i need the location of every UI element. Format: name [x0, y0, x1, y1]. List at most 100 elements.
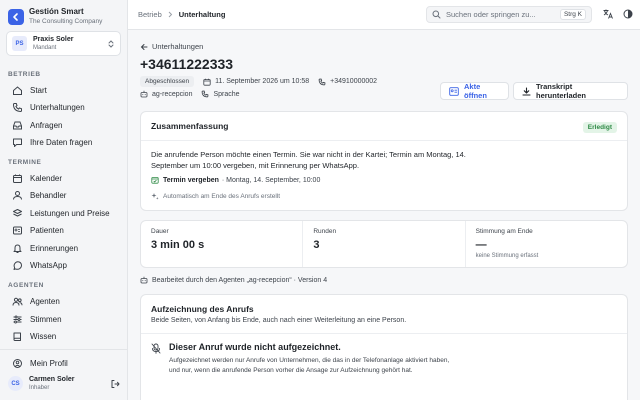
appointment-action-detail: · Montag, 14. September, 10:00 — [221, 176, 321, 184]
stat-value: 3 — [313, 239, 320, 251]
sidebar-item-label: Mein Profil — [30, 358, 68, 368]
phone-icon — [318, 78, 326, 86]
sidebar-item-label: Agenten — [30, 296, 60, 306]
stat-duration: Dauer 3 min 00 s — [141, 221, 302, 267]
logout-icon[interactable] — [110, 379, 120, 389]
brand-logo-icon — [8, 8, 24, 25]
id-card-icon — [449, 86, 459, 96]
search-placeholder: Suchen oder springen zu... — [446, 10, 536, 19]
translate-icon[interactable] — [602, 8, 614, 20]
breadcrumb-item-betrieb[interactable]: Betrieb — [138, 10, 162, 19]
sidebar-item-start[interactable]: Start — [6, 82, 122, 98]
recording-subtitle: Beide Seiten, von Anfang bis Ende, auch … — [151, 317, 407, 324]
sidebar-item-label: Behandler — [30, 190, 67, 200]
sidebar-item-behandler[interactable]: Behandler — [6, 187, 122, 203]
tenant-switcher[interactable]: PS Praxis Soler Mandant — [6, 31, 121, 56]
chevron-up-down-icon — [107, 39, 115, 49]
tenant-avatar: PS — [12, 36, 27, 51]
search-input[interactable]: Suchen oder springen zu... Strg K — [426, 6, 592, 23]
recording-empty-title: Dieser Anruf wurde nicht aufgezeichnet. — [169, 342, 341, 352]
sidebar-item-patienten[interactable]: Patienten — [6, 222, 122, 238]
inbox-icon — [12, 120, 23, 131]
main-content: Unterhaltungen +34611222333 Abgeschlosse… — [140, 30, 628, 400]
sidebar-item-whatsapp[interactable]: WhatsApp — [6, 257, 122, 273]
stat-value: 3 min 00 s — [151, 239, 205, 251]
theme-toggle-icon[interactable] — [622, 8, 634, 20]
status-badge: Abgeschlossen — [140, 76, 195, 87]
nav-section-betrieb: BETRIEB — [8, 71, 41, 78]
stat-label: Stimmung am Ende — [475, 228, 533, 235]
card-divider — [141, 140, 627, 141]
open-record-button[interactable]: Akte öffnen — [440, 82, 509, 100]
user-name: Carmen Soler — [29, 376, 75, 383]
meta-agent: ag-recepcion — [140, 90, 192, 98]
calendar-check-icon — [151, 176, 159, 184]
sidebar: Gestión Smart The Consulting Company PS … — [0, 0, 128, 400]
sidebar-item-label: Wissen — [30, 331, 57, 341]
sidebar-item-anfragen[interactable]: Anfragen — [6, 117, 122, 133]
chat-icon — [12, 137, 23, 148]
stat-sub: keine Stimmung erfasst — [475, 253, 539, 259]
book-icon — [12, 331, 23, 342]
conversation-meta: Abgeschlossen 11. September 2026 um 10:5… — [140, 76, 377, 87]
robot-icon — [140, 90, 148, 98]
meta-datetime: 11. September 2026 um 10:58 — [203, 78, 309, 86]
sidebar-item-label: Kalender — [30, 173, 63, 183]
stat-value: — — [475, 239, 487, 251]
sidebar-item-label: Start — [30, 85, 47, 95]
recording-title: Aufzeichnung des Anrufs — [151, 304, 254, 314]
user-account: CS Carmen Soler Inhaber — [8, 375, 120, 392]
sidebar-item-label: Patienten — [30, 225, 64, 235]
sidebar-item-label: Stimmen — [30, 314, 62, 324]
sidebar-item-mein-profil[interactable]: Mein Profil — [6, 355, 122, 371]
mic-off-icon — [151, 343, 161, 375]
recording-card: Aufzeichnung des Anrufs Beide Seiten, vo… — [140, 294, 628, 400]
stats-row: Dauer 3 min 00 s Runden 3 Stimmung am En… — [140, 220, 628, 268]
stat-sentiment: Stimmung am Ende — keine Stimmung erfass… — [464, 221, 627, 267]
breadcrumb: Betrieb Unterhaltung — [138, 10, 225, 19]
sidebar-item-leistungen[interactable]: Leistungen und Preise — [6, 205, 122, 221]
sidebar-item-label: Ihre Daten fragen — [30, 137, 93, 147]
sidebar-item-kalender[interactable]: Kalender — [6, 170, 122, 186]
calendar-icon — [203, 78, 211, 86]
id-card-icon — [12, 225, 23, 236]
sidebar-item-unterhaltungen[interactable]: Unterhaltungen — [6, 99, 122, 115]
sidebar-item-label: WhatsApp — [30, 260, 67, 270]
status-badge-done: Erledigt — [582, 122, 617, 133]
sidebar-item-stimmen[interactable]: Stimmen — [6, 311, 122, 327]
download-icon — [522, 86, 531, 96]
open-record-label: Akte öffnen — [464, 82, 487, 100]
nav-section-agenten: AGENTEN — [8, 282, 44, 289]
bell-icon — [12, 243, 23, 254]
page-title: +34611222333 — [140, 56, 234, 72]
download-transcript-button[interactable]: Transkript herunterladen — [513, 82, 628, 100]
sidebar-item-label: Unterhaltungen — [30, 102, 85, 112]
meta-called-number: +34910000002 — [318, 78, 377, 86]
summary-card: Zusammenfassung Erledigt Die anrufende P… — [140, 111, 628, 211]
meta-channel: Sprache — [201, 90, 240, 98]
recording-empty-state: Dieser Anruf wurde nicht aufgezeichnet. … — [151, 342, 459, 375]
sidebar-item-agenten[interactable]: Agenten — [6, 293, 122, 309]
sidebar-item-erinnerungen[interactable]: Erinnerungen — [6, 240, 122, 256]
nav-section-termine: TERMINE — [8, 159, 42, 166]
summary-text: Die anrufende Person möchte einen Termin… — [151, 150, 466, 170]
chevron-right-icon — [168, 11, 173, 18]
whatsapp-icon — [12, 260, 23, 271]
auto-generated-label: Automatisch am Ende des Anrufs erstellt — [163, 192, 281, 200]
sidebar-item-label: Leistungen und Preise — [30, 208, 110, 218]
brand[interactable]: Gestión Smart The Consulting Company — [8, 7, 102, 26]
user-icon — [12, 190, 23, 201]
search-shortcut: Strg K — [559, 9, 586, 20]
home-icon — [12, 85, 23, 96]
back-link[interactable]: Unterhaltungen — [140, 42, 203, 51]
agents-icon — [12, 296, 23, 307]
called-number: +34910000002 — [330, 78, 378, 85]
breadcrumb-item-unterhaltung: Unterhaltung — [178, 10, 226, 19]
auto-generated-note: Automatisch am Ende des Anrufs erstellt — [151, 192, 280, 200]
agent-name: ag-recepcion — [152, 90, 193, 98]
recording-empty-text: Aufgezeichnet werden nur Anrufe von Unte… — [169, 357, 450, 374]
download-transcript-label: Transkript herunterladen — [536, 82, 587, 100]
sidebar-item-ihre-daten-fragen[interactable]: Ihre Daten fragen — [6, 134, 122, 150]
sidebar-item-wissen[interactable]: Wissen — [6, 328, 122, 344]
sidebar-item-label: Erinnerungen — [30, 243, 79, 253]
